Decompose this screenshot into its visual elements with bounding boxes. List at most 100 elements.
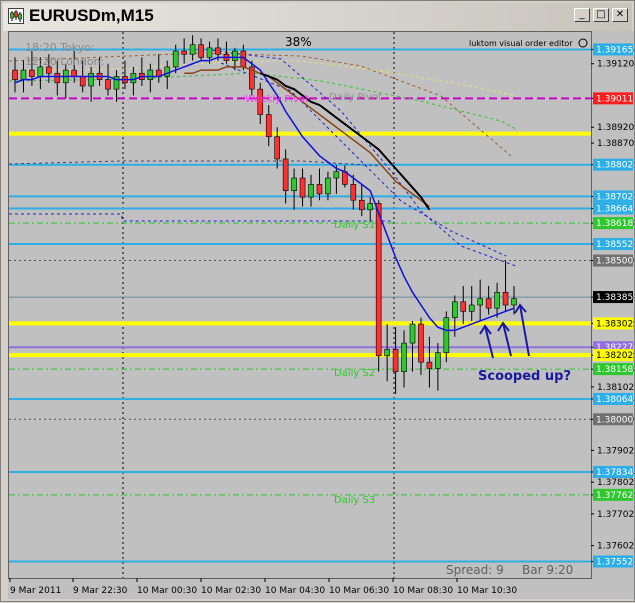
candle-body: [299, 177, 306, 198]
candle-body: [511, 298, 517, 306]
price-tag-label: 1.38664: [596, 204, 633, 214]
time-tick-label: 10 Mar 10:30: [457, 586, 517, 596]
price-tick-label: 1.38102: [597, 383, 634, 393]
candle-body: [88, 72, 94, 87]
candle-body: [232, 50, 238, 61]
price-tag-labels: 1.39165 1.39011 1.38802 1.38702 1.38664 1.386…: [593, 43, 633, 568]
spread-label: Spread: 9: [446, 563, 504, 577]
candle-body: [29, 69, 35, 77]
candle-body: [79, 76, 86, 87]
time-tick-label: 10 Mar 06:30: [329, 586, 389, 596]
candle-body: [468, 304, 475, 312]
candle-body: [426, 361, 433, 369]
candle-body: [325, 177, 331, 195]
indicator-settings-icon[interactable]: [578, 38, 588, 48]
price-tag-label: 1.38000: [596, 415, 633, 425]
candle-body: [308, 184, 314, 198]
session-tokyo-label: 18:20 Tokyo:: [25, 41, 95, 54]
price-tag-label: 1.37834: [596, 468, 633, 478]
time-tick-label: 10 Mar 02:30: [201, 586, 261, 596]
weekly-pivot-label: Weekly Pivot: [245, 94, 309, 105]
candle-body: [130, 72, 137, 84]
candle-body: [477, 298, 483, 306]
candle-body: [375, 203, 382, 357]
annotations: 18:20 Tokyo: 12:20 London: 38% luktom vi…: [25, 35, 588, 577]
price-tick-label: 1.39120: [597, 60, 634, 70]
arrow-2: [497, 321, 512, 357]
candle-body: [502, 292, 509, 306]
candle-body: [189, 44, 196, 55]
session-london-label: 12:20 London:: [25, 55, 104, 68]
candle-body: [316, 184, 323, 195]
candle-body: [418, 323, 424, 363]
price-tag-label: 1.38064: [596, 395, 633, 405]
daily-s1-label: Daily S1: [334, 220, 375, 231]
candle-body: [401, 342, 407, 372]
candle-body: [494, 292, 500, 309]
price-tag-label: 1.38618: [596, 219, 633, 229]
time-tick-label: 9 Mar 22:30: [73, 586, 128, 596]
daily-s3-label: Daily S3: [334, 495, 375, 506]
price-tick-label: 1.37702: [597, 510, 634, 520]
candle-body: [443, 317, 450, 353]
candle-body: [409, 323, 416, 344]
fib-38-label: 38%: [285, 35, 312, 49]
candle-body: [181, 50, 187, 55]
chart-window: EURUSDm,M15 _ □ ✕ 18:20 Tokyo: 12:20 Lon…: [0, 0, 635, 602]
price-tag-label: 1.38158: [596, 365, 633, 375]
price-tag-label: 1.38385: [596, 293, 633, 303]
candle-body: [392, 349, 399, 372]
moving-average-line: [184, 66, 430, 208]
daily-s2-label: Daily S2: [334, 368, 375, 379]
candle-body: [105, 79, 111, 90]
price-tag-label: 1.37552: [596, 557, 633, 567]
price-tag-label: 1.38302: [596, 319, 633, 329]
price-tag-label: 1.38202: [596, 351, 633, 361]
candle-body: [12, 69, 18, 80]
price-tag-label: 1.39165: [596, 45, 633, 55]
price-tick-label: 1.37802: [597, 478, 634, 488]
price-tick-label: 1.38920: [597, 123, 634, 133]
candle-body: [358, 199, 365, 211]
scoop-arrows: [479, 303, 530, 359]
candle-body: [274, 136, 280, 160]
time-tick-label: 9 Mar 2011: [10, 586, 61, 596]
bar-timer-label: Bar 9:20: [522, 563, 573, 577]
candle-body: [435, 352, 441, 369]
candle-body: [384, 349, 390, 357]
time-tick-label: 10 Mar 04:30: [265, 586, 325, 596]
price-tag-label: 1.38802: [596, 161, 633, 171]
price-tag-label: 1.38500: [596, 257, 633, 267]
candle-body: [54, 72, 61, 84]
candle-body: [451, 301, 458, 318]
price-tag-label: 1.38702: [596, 192, 633, 202]
daily-pivot-label: Daily Pivot: [329, 92, 382, 103]
price-chart: 18:20 Tokyo: 12:20 London: 38% luktom vi…: [8, 32, 634, 596]
candle-body: [460, 301, 467, 312]
candle-body: [20, 69, 27, 80]
price-tick-label: 1.37902: [597, 446, 634, 456]
candle-body: [172, 50, 179, 68]
candle-body: [37, 66, 44, 77]
time-tick-label: 10 Mar 00:30: [137, 586, 197, 596]
candle-body: [71, 69, 78, 77]
candle-body: [215, 47, 221, 55]
price-tag-label: 1.39011: [596, 94, 633, 104]
scooped-up-annotation: Scooped up?: [478, 369, 571, 384]
candle-body: [350, 184, 357, 201]
candle-body: [282, 158, 289, 192]
price-tag-label: 1.37762: [596, 491, 633, 501]
arrow-3: [514, 303, 530, 357]
candle-body: [291, 177, 297, 192]
candle-body: [333, 171, 340, 179]
time-tick-labels: 9 Mar 2011 9 Mar 22:30 10 Mar 00:30 10 Mar …: [9, 578, 517, 596]
candle-body: [265, 114, 272, 138]
candle-body: [367, 203, 374, 211]
envelope-line: [200, 48, 517, 267]
candle-body: [485, 298, 492, 309]
candle-body: [206, 47, 213, 58]
price-tick-label: 1.37602: [597, 542, 634, 552]
candle-body: [147, 69, 154, 80]
time-tick-label: 10 Mar 08:30: [393, 586, 453, 596]
indicator-label: luktom visual order editor: [469, 39, 573, 48]
